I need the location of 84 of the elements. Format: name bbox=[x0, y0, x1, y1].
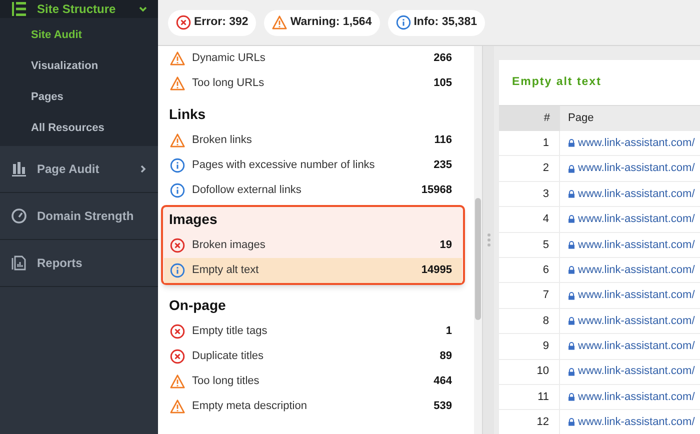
page-link[interactable]: www.link-assistant.com/ bbox=[578, 134, 695, 152]
section-heading: Links bbox=[168, 105, 207, 124]
table-cell: 12 bbox=[499, 410, 560, 434]
table-cell: 2 bbox=[499, 156, 560, 181]
info-icon bbox=[396, 15, 411, 30]
lock-icon bbox=[568, 266, 575, 274]
issue-row[interactable]: Empty alt text 14995 bbox=[164, 258, 462, 283]
info-icon bbox=[170, 158, 185, 173]
page-link[interactable]: www.link-assistant.com/ bbox=[578, 363, 695, 380]
issue-row[interactable]: Too long titles 464 bbox=[164, 369, 462, 394]
table-cell: 6 bbox=[499, 258, 560, 282]
info-icon bbox=[170, 263, 185, 278]
column-header[interactable]: Page bbox=[560, 106, 700, 131]
issue-row[interactable]: Dofollow external links 15968 bbox=[164, 178, 462, 203]
section-heading: Images bbox=[168, 210, 218, 229]
issue-row[interactable]: Too long URLs 105 bbox=[164, 71, 462, 96]
list-icon bbox=[11, 1, 27, 17]
issue-row[interactable]: Empty meta description 539 bbox=[164, 394, 462, 419]
page-link[interactable]: www.link-assistant.com/ bbox=[578, 388, 695, 406]
warning-icon bbox=[272, 15, 288, 30]
sidebar-item[interactable]: Site Structure bbox=[0, 0, 158, 18]
grip-icon bbox=[486, 233, 490, 247]
lock-icon bbox=[568, 215, 575, 224]
lock-icon bbox=[568, 240, 575, 249]
table-cell: 5 bbox=[499, 232, 560, 257]
table-cell: 10 bbox=[499, 360, 560, 384]
lock-icon bbox=[568, 164, 575, 173]
table-cell: 11 bbox=[499, 384, 560, 410]
scrollbar-thumb[interactable] bbox=[475, 198, 481, 320]
table-cell: 4 bbox=[499, 207, 560, 232]
summary-badge[interactable]: Warning: 1,564 bbox=[264, 10, 380, 36]
page-link[interactable]: www.link-assistant.com/ bbox=[578, 262, 695, 278]
table-cell: 8 bbox=[499, 308, 560, 334]
section-heading: On-page bbox=[168, 296, 227, 315]
lock-icon bbox=[568, 190, 575, 198]
page-link[interactable]: www.link-assistant.com/ bbox=[578, 186, 695, 202]
error-icon bbox=[170, 238, 185, 253]
table-cell: 9 bbox=[499, 334, 560, 359]
sidebar-item[interactable]: Page Audit bbox=[0, 146, 158, 192]
issue-row[interactable]: Duplicate titles 89 bbox=[164, 344, 462, 369]
table-cell: 1 bbox=[499, 131, 560, 156]
sidebar-subitem[interactable]: Visualization bbox=[0, 51, 158, 82]
splitter[interactable] bbox=[482, 46, 494, 434]
lock-icon bbox=[568, 368, 575, 376]
sidebar-subitem[interactable]: Site Audit bbox=[0, 20, 158, 51]
lock-icon bbox=[568, 342, 575, 350]
sidebar-subitem[interactable]: Pages bbox=[0, 82, 158, 113]
warning-icon bbox=[170, 51, 185, 66]
lock-icon bbox=[568, 139, 575, 148]
sidebar-item[interactable]: Reports bbox=[0, 240, 158, 286]
issue-row[interactable]: Broken images 19 bbox=[164, 233, 462, 258]
lock-icon bbox=[568, 418, 575, 426]
gauge-icon bbox=[11, 208, 27, 224]
bar-chart-icon bbox=[11, 161, 27, 177]
sidebar-subitem[interactable]: All Resources bbox=[0, 113, 158, 144]
column-header[interactable]: # bbox=[499, 106, 560, 131]
issue-row[interactable]: Broken links 116 bbox=[164, 128, 462, 153]
lock-icon bbox=[568, 316, 575, 325]
page-link[interactable]: www.link-assistant.com/ bbox=[578, 287, 695, 304]
table-cell: 3 bbox=[499, 182, 560, 206]
issue-row[interactable]: Empty title tags 1 bbox=[164, 319, 462, 344]
page-link[interactable]: www.link-assistant.com/ bbox=[578, 414, 695, 431]
info-icon bbox=[170, 183, 185, 198]
lock-icon bbox=[568, 393, 575, 402]
summary-badge[interactable]: Error: 392 bbox=[168, 10, 256, 36]
lock-icon bbox=[568, 292, 575, 300]
error-icon bbox=[176, 15, 191, 30]
page-link[interactable]: www.link-assistant.com/ bbox=[578, 211, 695, 228]
error-icon bbox=[170, 324, 185, 339]
page-link[interactable]: www.link-assistant.com/ bbox=[578, 338, 695, 355]
warning-icon bbox=[170, 76, 185, 91]
page-link[interactable]: www.link-assistant.com/ bbox=[578, 160, 695, 177]
sidebar-item[interactable]: Domain Strength bbox=[0, 193, 158, 239]
page-link[interactable]: www.link-assistant.com/ bbox=[578, 236, 695, 253]
warning-icon bbox=[170, 374, 185, 389]
warning-icon bbox=[170, 133, 185, 148]
warning-icon bbox=[170, 399, 185, 414]
issue-row[interactable]: Pages with excessive number of links 235 bbox=[164, 153, 462, 178]
error-icon bbox=[170, 349, 185, 364]
table-cell: 7 bbox=[499, 283, 560, 308]
page-link[interactable]: www.link-assistant.com/ bbox=[578, 312, 695, 330]
report-icon bbox=[11, 255, 27, 271]
summary-badge[interactable]: Info: 35,381 bbox=[388, 10, 485, 36]
issue-row[interactable]: Dynamic URLs 266 bbox=[164, 46, 462, 71]
